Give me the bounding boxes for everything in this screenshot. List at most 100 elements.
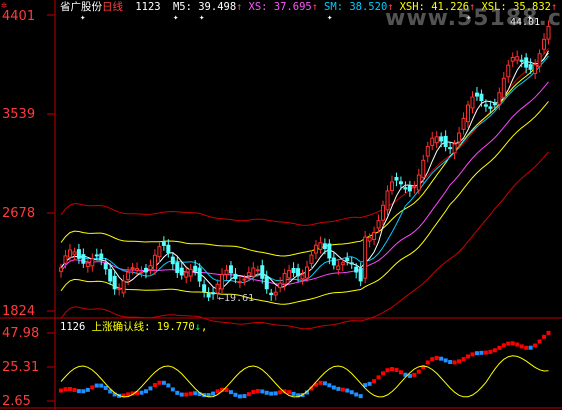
signal-block [546, 330, 551, 335]
candle-body [296, 268, 301, 277]
signal-block [524, 345, 529, 350]
signal-block [345, 388, 350, 393]
candle-body [461, 117, 466, 130]
signal-block [488, 349, 493, 354]
xsl-line [60, 101, 549, 305]
signal-block [483, 350, 488, 355]
signal-block [349, 390, 354, 395]
candle-body [492, 103, 497, 106]
signal-block [255, 388, 260, 393]
candle-body [211, 292, 216, 295]
signal-block [175, 390, 180, 395]
signal-block [533, 343, 538, 348]
sub-value: 19.770 [156, 321, 195, 333]
sm-line [60, 55, 549, 284]
signal-block [416, 369, 421, 374]
signal-block [242, 394, 247, 399]
sub-suffix: , [201, 321, 208, 333]
candle-body [260, 265, 265, 279]
candle-body [291, 267, 296, 274]
candle-body [103, 262, 108, 270]
candle-body [278, 282, 283, 289]
signal-block [251, 390, 256, 395]
signal-block [237, 394, 242, 399]
signal-block [327, 383, 332, 388]
signal-block [76, 389, 81, 394]
candle-body [81, 254, 86, 264]
signal-block [269, 391, 274, 396]
signal-block [457, 359, 462, 364]
kline-chart[interactable]: ✦ ✦ ✦ ✦ ✦ ✦ [0, 0, 562, 410]
candle-body [255, 269, 260, 272]
signal-block [519, 344, 524, 349]
indicator-arrow: ↑ [236, 1, 243, 13]
signal-block [63, 387, 68, 392]
candle-body [327, 243, 332, 259]
sub-title: 上涨确认线: [91, 321, 151, 333]
signal-block [474, 351, 479, 356]
signal-block [291, 391, 296, 396]
candle-body [466, 104, 471, 123]
indicator-m5: M5: 39.498↑ [172, 1, 243, 13]
candle-body [184, 271, 189, 278]
candle-body [448, 147, 453, 150]
signal-block [264, 390, 269, 395]
candle-body [166, 244, 171, 254]
candle-body [72, 251, 77, 255]
candle-body [112, 275, 117, 290]
candle-body [313, 244, 318, 254]
candle-body [287, 269, 292, 279]
candle-body [135, 268, 140, 271]
signal-block [448, 359, 453, 364]
signal-block [479, 350, 484, 355]
signal-block [273, 391, 278, 396]
signal-block [389, 367, 394, 372]
candle-body [398, 181, 403, 185]
candle-body [470, 96, 475, 109]
candle-body [403, 187, 408, 190]
signal-block [497, 345, 502, 350]
candle-body [202, 284, 207, 293]
low-price-label: ←19.61 [218, 293, 255, 304]
candle-body [237, 281, 242, 284]
signal-block [90, 385, 95, 390]
signal-block [184, 392, 189, 397]
signal-block [542, 334, 547, 339]
candle-body [430, 137, 435, 146]
candle-body [488, 106, 493, 109]
candle-body [85, 262, 90, 267]
candle-body [483, 104, 488, 107]
indicator-xs: XS: 37.695↑ [248, 1, 319, 13]
signal-block [452, 360, 457, 365]
price-label-3: 2678 [2, 206, 36, 221]
candle-body [63, 255, 68, 264]
candle-body [224, 269, 229, 275]
sub-label-top: 47.98 [2, 326, 40, 341]
candle-body [246, 272, 251, 277]
signal-block [260, 389, 265, 394]
sub-label-mid: 25.31 [2, 360, 40, 375]
candle-body [94, 254, 99, 257]
signal-block [148, 386, 153, 391]
signal-block [358, 394, 363, 399]
signal-block [193, 391, 198, 396]
candle-body [363, 236, 368, 279]
candle-body [152, 254, 157, 271]
candle-body [130, 267, 135, 270]
signal-block [385, 368, 390, 373]
signal-block [103, 385, 108, 390]
signal-block [246, 392, 251, 397]
signal-block [528, 345, 533, 350]
signal-block [372, 379, 377, 384]
signal-block [354, 392, 359, 397]
indicator-arrow: ↑ [311, 1, 319, 13]
signal-block [443, 358, 448, 363]
signal-block [430, 357, 435, 362]
signal-block [318, 380, 323, 385]
candle-body [434, 136, 439, 144]
signal-block [94, 383, 99, 388]
signal-block [412, 372, 417, 377]
candle-body [161, 241, 166, 246]
candle-body [264, 276, 269, 290]
candle-body [349, 262, 354, 265]
